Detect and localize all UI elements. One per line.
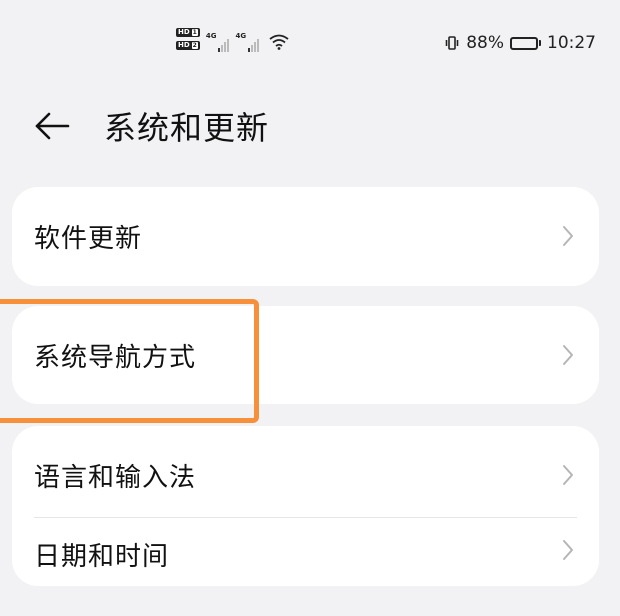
signal-sim1: 4G [206,32,230,52]
chevron-right-icon [561,463,575,487]
sim-number: 1 [191,29,198,36]
status-right: 88% 10:27 [444,33,596,53]
hd-label: HD [178,41,190,49]
signal-bars-icon [218,38,230,52]
list-item-label: 语言和输入法 [34,462,197,493]
list-item-date-time[interactable]: 日期和时间 [12,518,599,616]
hd-badge-sim1: HD 1 [176,28,200,37]
status-bar: HD 1 HD 2 4G 4G 88% 10:27 [0,0,620,92]
back-button[interactable] [30,108,74,148]
sim-indicators: HD 1 HD 2 4G 4G [176,28,289,54]
wifi-icon [269,34,289,54]
list-item-software-update[interactable]: 软件更新 [12,187,599,285]
clock: 10:27 [547,33,596,53]
hd-label: HD [178,28,190,36]
chevron-right-icon [561,343,575,367]
signal-sim2: 4G [235,32,260,52]
chevron-right-icon [561,224,575,248]
battery-percent: 88% [466,33,504,53]
list-item-label: 系统导航方式 [34,342,197,373]
sim-hd-stack: HD 1 HD 2 [176,28,200,50]
network-type-label: 4G [205,32,217,40]
arrow-left-icon [34,112,70,144]
settings-card-language-date: 语言和输入法 日期和时间 [12,426,599,586]
chevron-right-icon [561,538,575,562]
vibrate-icon [444,35,460,51]
network-type-label: 4G [235,32,247,40]
signal-bars-icon [248,38,260,52]
settings-card-navigation: 系统导航方式 [12,306,599,404]
battery-icon [510,36,541,50]
settings-card-software: 软件更新 [12,187,599,286]
list-item-language-input[interactable]: 语言和输入法 [12,426,599,524]
list-item-system-navigation[interactable]: 系统导航方式 [12,306,599,404]
sim-number: 2 [191,42,198,49]
page-header: 系统和更新 [0,100,620,156]
hd-badge-sim2: HD 2 [176,41,200,50]
page-title: 系统和更新 [104,109,270,147]
list-item-label: 软件更新 [34,223,143,254]
list-item-label: 日期和时间 [34,542,170,572]
